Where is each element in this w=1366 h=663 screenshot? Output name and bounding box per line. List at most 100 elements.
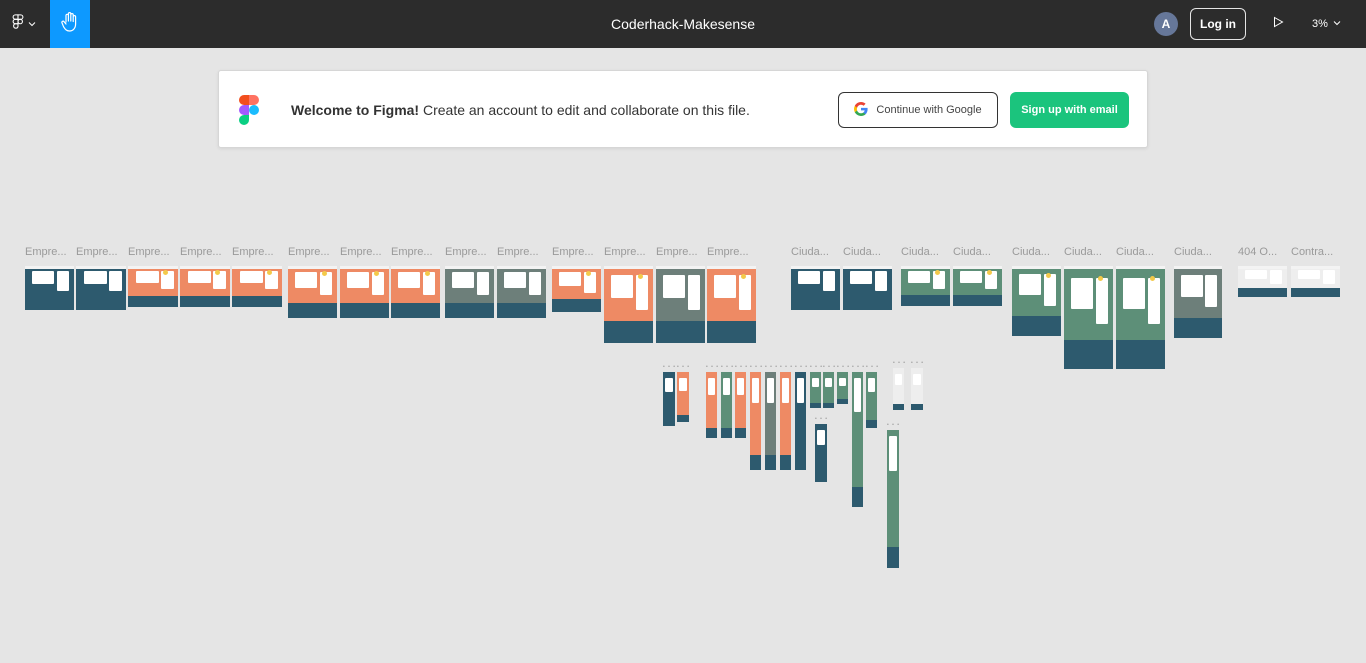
mobile-frame-thumbnail[interactable] (735, 372, 746, 438)
frame-thumbnail[interactable] (1116, 266, 1165, 369)
frame-label[interactable]: Empre... (656, 246, 709, 258)
frame-thumbnail[interactable] (843, 266, 892, 310)
mobile-frame-label: • • • (887, 422, 901, 428)
frame-label[interactable]: Empre... (604, 246, 657, 258)
mobile-frame-label: • • • (893, 360, 907, 366)
mobile-frame-thumbnail[interactable] (765, 372, 776, 470)
mobile-frame-label: • • • (815, 416, 829, 422)
frame-label[interactable]: Empre... (552, 246, 605, 258)
mobile-frame-label: • • • (735, 364, 749, 370)
frame-label[interactable]: Empre... (232, 246, 286, 258)
frame-thumbnail[interactable] (76, 266, 126, 310)
frame-thumbnail[interactable] (552, 266, 601, 312)
frame-thumbnail[interactable] (1291, 266, 1340, 297)
frame-thumbnail[interactable] (497, 266, 546, 318)
mobile-frame-thumbnail[interactable] (810, 372, 821, 408)
top-toolbar: Coderhack-Makesense A Log in 3% (0, 0, 1366, 48)
sign-up-with-email-button[interactable]: Sign up with email (1010, 92, 1129, 128)
mobile-frame-thumbnail[interactable] (823, 372, 834, 408)
frame-thumbnail[interactable] (604, 266, 653, 343)
main-menu-button[interactable] (0, 0, 48, 48)
frame-label[interactable]: Empre... (128, 246, 182, 258)
mobile-frame-label: • • • (837, 364, 851, 370)
mobile-frame-label: • • • (706, 364, 720, 370)
frame-label[interactable]: Empre... (445, 246, 498, 258)
frame-label[interactable]: Ciuda... (901, 246, 954, 258)
login-button[interactable]: Log in (1190, 8, 1246, 40)
figma-logo-icon (239, 95, 259, 130)
mobile-frame-thumbnail[interactable] (911, 368, 923, 410)
frame-thumbnail[interactable] (1174, 266, 1222, 338)
mobile-frame-thumbnail[interactable] (750, 372, 761, 470)
frame-thumbnail[interactable] (953, 266, 1002, 306)
frame-label[interactable]: Empre... (180, 246, 234, 258)
frame-label[interactable]: Empre... (707, 246, 760, 258)
frame-label[interactable]: Ciuda... (953, 246, 1006, 258)
frame-label[interactable]: Ciuda... (1064, 246, 1117, 258)
mobile-frame-label: • • • (750, 364, 764, 370)
welcome-title: Welcome to Figma! (291, 102, 420, 118)
frame-label[interactable]: Empre... (391, 246, 444, 258)
welcome-message: Welcome to Figma! Create an account to e… (291, 71, 750, 149)
hand-tool-button[interactable] (50, 0, 90, 48)
google-button-label: Continue with Google (876, 104, 982, 116)
frame-thumbnail[interactable] (25, 266, 74, 310)
chevron-down-icon (1333, 18, 1341, 30)
present-button[interactable] (1266, 12, 1290, 36)
mobile-frame-thumbnail[interactable] (706, 372, 717, 438)
frame-thumbnail[interactable] (707, 266, 756, 343)
frame-thumbnail[interactable] (391, 266, 440, 318)
frame-label[interactable]: Ciuda... (791, 246, 844, 258)
frame-label[interactable]: Empre... (25, 246, 78, 258)
mobile-frame-label: • • • (721, 364, 735, 370)
welcome-banner: Welcome to Figma! Create an account to e… (218, 70, 1148, 148)
mobile-frame-thumbnail[interactable] (721, 372, 732, 438)
mobile-frame-thumbnail[interactable] (837, 372, 848, 404)
mobile-frame-label: • • • (780, 364, 794, 370)
mobile-frame-thumbnail[interactable] (866, 372, 877, 428)
frame-label[interactable]: Ciuda... (1174, 246, 1226, 258)
mobile-frame-label: • • • (677, 364, 691, 370)
frame-thumbnail[interactable] (1064, 266, 1113, 369)
chevron-down-icon (28, 15, 36, 33)
frame-thumbnail[interactable] (901, 266, 950, 306)
frame-label[interactable]: Empre... (288, 246, 341, 258)
frame-label[interactable]: Empre... (76, 246, 130, 258)
frame-thumbnail[interactable] (340, 266, 389, 318)
mobile-frame-thumbnail[interactable] (677, 372, 689, 422)
hand-icon (60, 11, 80, 38)
mobile-frame-label: • • • (911, 360, 925, 366)
frame-thumbnail[interactable] (180, 266, 230, 307)
frame-thumbnail[interactable] (288, 266, 337, 318)
mobile-frame-thumbnail[interactable] (795, 372, 806, 470)
frame-thumbnail[interactable] (232, 266, 282, 307)
mobile-frame-thumbnail[interactable] (893, 368, 904, 410)
frame-thumbnail[interactable] (1238, 266, 1287, 297)
frame-label[interactable]: Contra... (1291, 246, 1344, 258)
mobile-frame-label: • • • (823, 364, 837, 370)
frame-label[interactable]: Empre... (497, 246, 550, 258)
frame-thumbnail[interactable] (656, 266, 705, 343)
mobile-frame-thumbnail[interactable] (780, 372, 791, 470)
frame-thumbnail[interactable] (128, 266, 178, 307)
mobile-frame-thumbnail[interactable] (663, 372, 675, 426)
mobile-frame-label: • • • (866, 364, 880, 370)
frame-label[interactable]: Ciuda... (843, 246, 896, 258)
avatar[interactable]: A (1154, 12, 1178, 36)
frame-thumbnail[interactable] (791, 266, 840, 310)
figma-menu-icon (12, 13, 24, 35)
mobile-frame-label: • • • (795, 364, 809, 370)
frame-label[interactable]: 404 O... (1238, 246, 1291, 258)
frame-label[interactable]: Ciuda... (1116, 246, 1169, 258)
mobile-frame-thumbnail[interactable] (852, 372, 863, 507)
frame-label[interactable]: Ciuda... (1012, 246, 1065, 258)
frame-thumbnail[interactable] (1012, 266, 1061, 336)
mobile-frame-thumbnail[interactable] (887, 430, 899, 568)
frame-thumbnail[interactable] (445, 266, 494, 318)
frame-label[interactable]: Empre... (340, 246, 393, 258)
continue-with-google-button[interactable]: Continue with Google (838, 92, 998, 128)
zoom-dropdown[interactable]: 3% (1312, 12, 1341, 36)
mobile-frame-thumbnail[interactable] (815, 424, 827, 482)
mobile-frame-label: • • • (765, 364, 779, 370)
zoom-level: 3% (1312, 18, 1328, 30)
